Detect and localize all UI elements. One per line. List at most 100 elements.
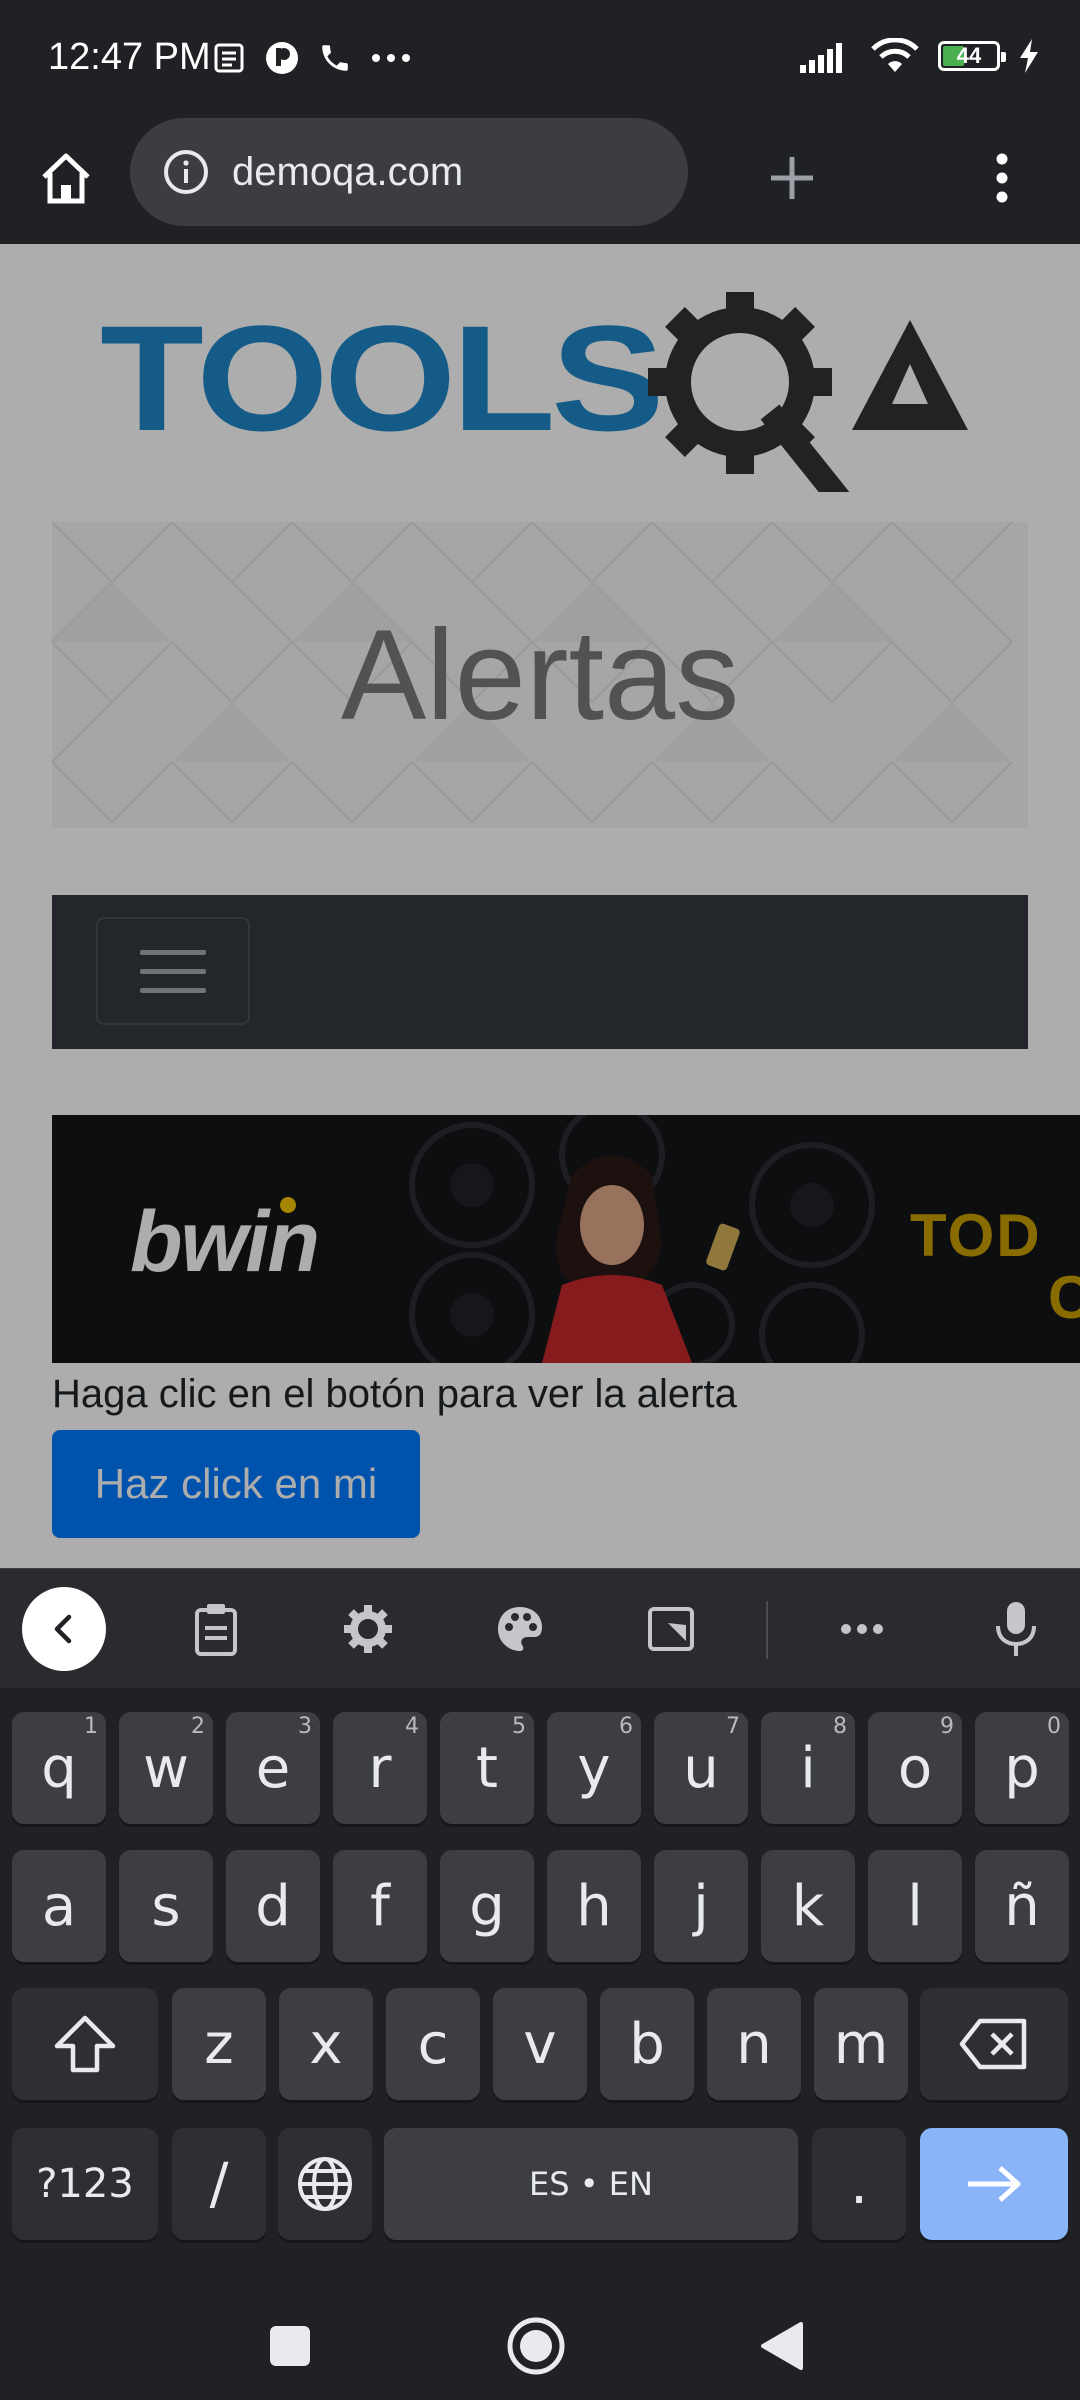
key-c[interactable]: c: [386, 1988, 480, 2100]
key-g[interactable]: g: [440, 1850, 534, 1962]
news-icon: [214, 43, 244, 73]
key-label: t: [476, 1735, 498, 1801]
triangle-back-icon: [761, 2322, 803, 2370]
globe-icon: [298, 2157, 352, 2211]
key-j[interactable]: j: [654, 1850, 748, 1962]
key-s[interactable]: s: [119, 1850, 213, 1962]
alert-button[interactable]: Haz click en mi: [52, 1430, 420, 1538]
site-info-icon[interactable]: [162, 148, 210, 196]
browser-toolbar: demoqa.com: [0, 118, 1080, 362]
key-label: i: [800, 1735, 816, 1801]
browser-menu-button[interactable]: [966, 142, 1038, 214]
key-label: x: [309, 2011, 343, 2077]
hamburger-icon-bar: [140, 987, 206, 993]
key-v[interactable]: v: [493, 1988, 587, 2100]
backspace-icon: [959, 2018, 1027, 2070]
keyboard-collapse-button[interactable]: [22, 1587, 106, 1671]
key-o[interactable]: o9: [868, 1712, 962, 1824]
key-hint: 7: [726, 1714, 740, 1739]
key-z[interactable]: z: [172, 1988, 266, 2100]
key-t[interactable]: t5: [440, 1712, 534, 1824]
advertisement-banner[interactable]: bwin TOD C: [52, 1115, 1080, 1363]
home-button[interactable]: [30, 142, 102, 214]
url-text: demoqa.com: [232, 149, 464, 194]
key-hint: 4: [405, 1714, 419, 1739]
key-label: a: [41, 1873, 77, 1939]
ad-side-text: TOD: [910, 1202, 1042, 1269]
floating-keyboard-button[interactable]: [630, 1587, 714, 1671]
back-nav-button[interactable]: [744, 2308, 820, 2384]
key-label: e: [255, 1735, 291, 1801]
key-label: y: [577, 1735, 611, 1801]
key-hint: 0: [1047, 1714, 1061, 1739]
key-a[interactable]: a: [12, 1850, 106, 1962]
key-label: n: [736, 2011, 772, 2077]
key-x[interactable]: x: [279, 1988, 373, 2100]
svg-text:TOOLS: TOOLS: [100, 294, 660, 462]
key-ñ[interactable]: ñ: [975, 1850, 1069, 1962]
space-key[interactable]: ES • EN: [384, 2128, 798, 2240]
period-key[interactable]: .: [812, 2128, 906, 2240]
key-d[interactable]: d: [226, 1850, 320, 1962]
alert-description: Haga clic en el botón para ver la alerta: [52, 1372, 737, 1416]
key-label: q: [41, 1735, 77, 1801]
key-r[interactable]: r4: [333, 1712, 427, 1824]
more-options-button[interactable]: [820, 1587, 904, 1671]
system-navigation-bar: [0, 2290, 1080, 2400]
gear-icon: [344, 1605, 392, 1653]
key-label: u: [683, 1735, 719, 1801]
key-f[interactable]: f: [333, 1850, 427, 1962]
key-b[interactable]: b: [600, 1988, 694, 2100]
key-label: b: [629, 2011, 665, 2077]
key-label: s: [151, 1873, 181, 1939]
home-nav-button[interactable]: [498, 2308, 574, 2384]
key-k[interactable]: k: [761, 1850, 855, 1962]
key-l[interactable]: l: [868, 1850, 962, 1962]
toolsqa-logo[interactable]: TOOLS: [100, 292, 1000, 492]
page-banner: Alertas: [52, 522, 1028, 828]
ad-side-text-2: C: [1048, 1264, 1080, 1331]
key-hint: 1: [84, 1714, 98, 1739]
key-label: f: [370, 1873, 390, 1939]
recents-button[interactable]: [252, 2308, 328, 2384]
language-switch-key[interactable]: [278, 2128, 372, 2240]
keyboard-toolbar: [0, 1568, 1080, 1688]
chevron-left-icon: [54, 1614, 72, 1644]
keyboard-settings-button[interactable]: [326, 1587, 410, 1671]
address-bar[interactable]: demoqa.com: [130, 118, 688, 226]
key-q[interactable]: q1: [12, 1712, 106, 1824]
page-title: Alertas: [340, 604, 740, 747]
theme-button[interactable]: [478, 1587, 562, 1671]
hamburger-icon-bar: [140, 949, 206, 955]
key-w[interactable]: w2: [119, 1712, 213, 1824]
key-m[interactable]: m: [814, 1988, 908, 2100]
shift-key[interactable]: [12, 1988, 158, 2100]
key-hint: 3: [298, 1714, 312, 1739]
key-y[interactable]: y6: [547, 1712, 641, 1824]
shift-icon: [54, 2015, 116, 2073]
enter-key[interactable]: [920, 2128, 1068, 2240]
key-label: g: [469, 1873, 505, 1939]
key-i[interactable]: i8: [761, 1712, 855, 1824]
navbar-toggle-button[interactable]: [96, 917, 250, 1025]
key-p[interactable]: p0: [975, 1712, 1069, 1824]
backspace-key[interactable]: [920, 1988, 1068, 2100]
new-tab-button[interactable]: [756, 142, 828, 214]
key-e[interactable]: e3: [226, 1712, 320, 1824]
clipboard-button[interactable]: [174, 1587, 258, 1671]
wifi-icon: [871, 38, 919, 72]
key-label: z: [204, 2011, 234, 2077]
key-hint: 9: [940, 1714, 954, 1739]
voice-input-button[interactable]: [974, 1587, 1058, 1671]
key-label: m: [833, 2011, 889, 2077]
home-icon: [42, 153, 90, 204]
key-hint: 2: [191, 1714, 205, 1739]
key-h[interactable]: h: [547, 1850, 641, 1962]
key-u[interactable]: u7: [654, 1712, 748, 1824]
status-bar: 12:47 PM 44: [0, 0, 1080, 118]
slash-key[interactable]: /: [172, 2128, 266, 2240]
signal-icon: [800, 43, 842, 73]
key-n[interactable]: n: [707, 1988, 801, 2100]
key-label: o: [897, 1735, 933, 1801]
symbols-key[interactable]: ?123: [12, 2128, 158, 2240]
